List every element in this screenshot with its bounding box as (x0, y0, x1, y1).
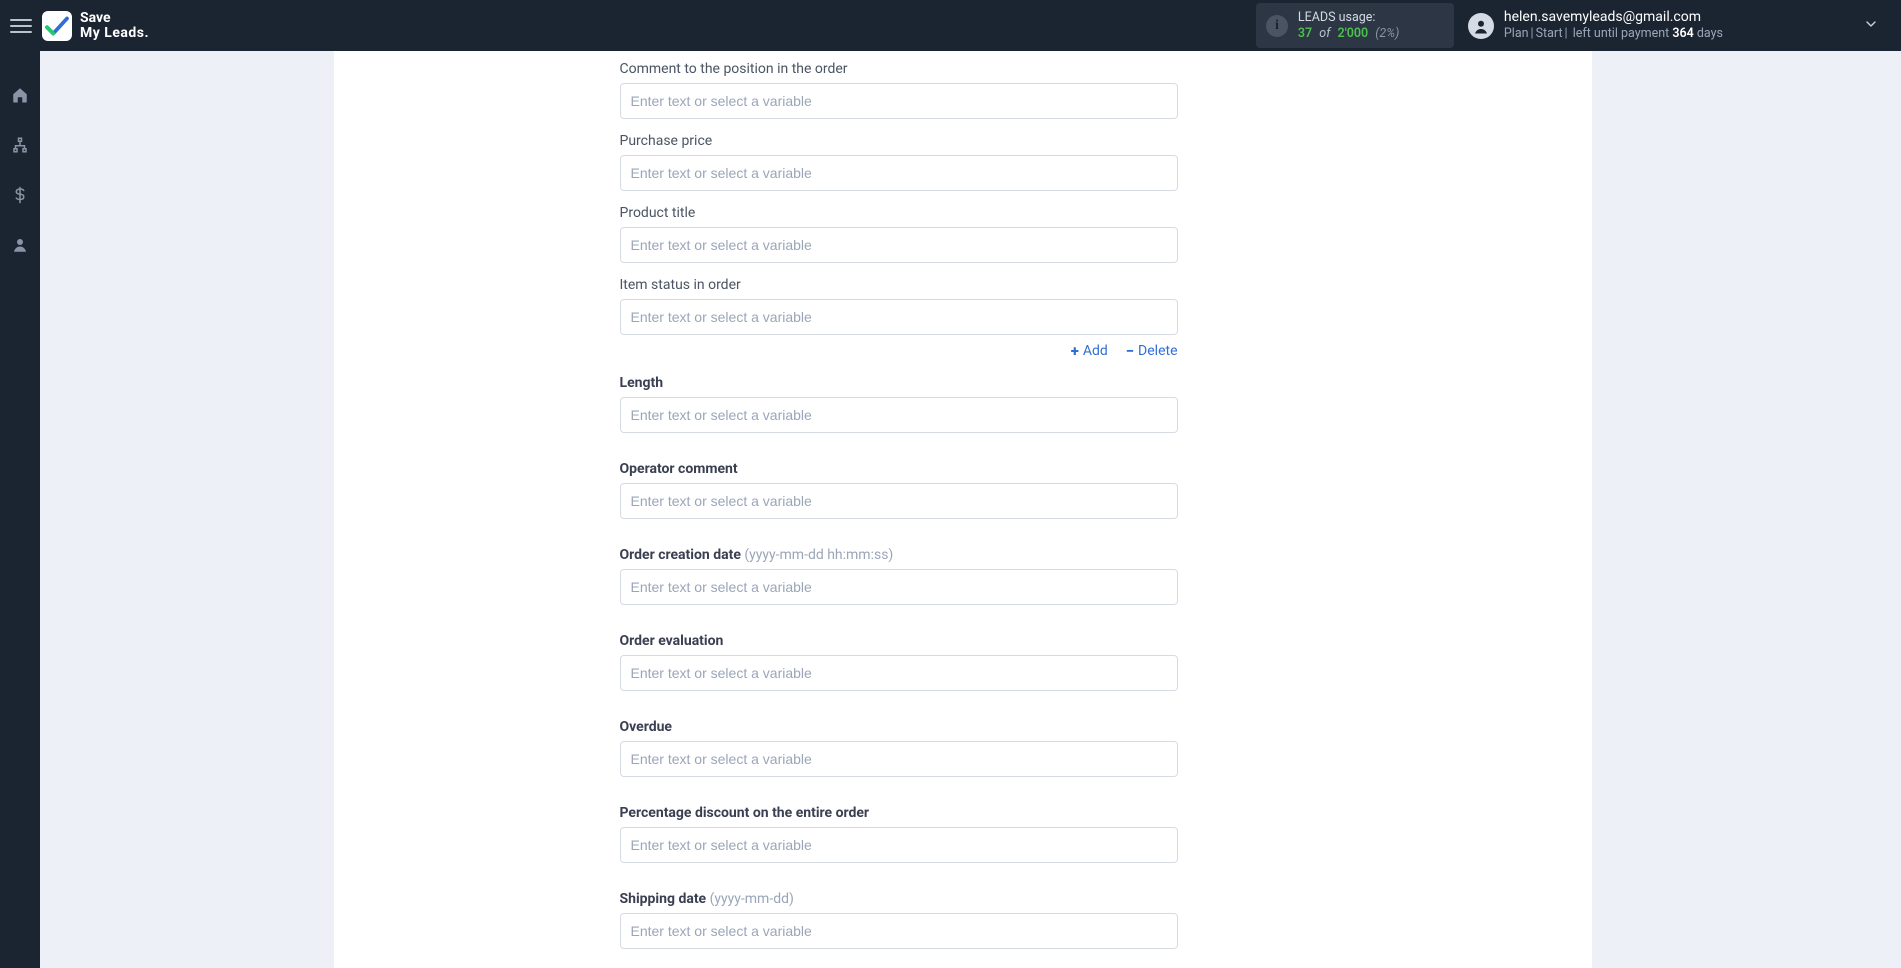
field-comment-position: Comment to the position in the order (620, 61, 1178, 119)
brand-line2: My Leads. (80, 26, 149, 41)
leads-pct: (2%) (1375, 26, 1399, 41)
input-length[interactable] (620, 397, 1178, 433)
leads-usage-title: LEADS usage: (1298, 10, 1399, 26)
sitemap-icon (11, 136, 29, 154)
label-order-creation-date: Order creation date (yyyy-mm-dd hh:mm:ss… (620, 547, 1178, 563)
info-icon: i (1266, 15, 1288, 37)
delete-item-button[interactable]: −Delete (1126, 343, 1178, 359)
field-overdue: Overdue (620, 719, 1178, 777)
field-pct-discount: Percentage discount on the entire order (620, 805, 1178, 863)
plan-word: Plan (1504, 26, 1529, 41)
dollar-icon (11, 186, 29, 204)
field-item-status: Item status in order (620, 277, 1178, 335)
menu-toggle-button[interactable] (10, 15, 32, 37)
add-item-button[interactable]: + Add (1071, 343, 1108, 359)
label-item-status: Item status in order (620, 277, 1178, 293)
minus-icon: − (1126, 344, 1134, 359)
field-product-title: Product title (620, 205, 1178, 263)
input-order-evaluation[interactable] (620, 655, 1178, 691)
plan-name: Start (1536, 26, 1563, 41)
chevron-down-icon (1863, 16, 1879, 32)
field-order-evaluation: Order evaluation (620, 633, 1178, 691)
label-comment-position: Comment to the position in the order (620, 61, 1178, 77)
scrollbar-gutter (1592, 51, 1608, 968)
label-product-title: Product title (620, 205, 1178, 221)
days-number: 364 (1672, 26, 1693, 41)
leads-usage-box[interactable]: i LEADS usage: 37 of 2'000 (2%) (1256, 3, 1454, 48)
delete-label: Delete (1138, 343, 1177, 359)
field-operator-comment: Operator comment (620, 461, 1178, 519)
nav-billing[interactable] (0, 179, 40, 211)
field-purchase-price: Purchase price (620, 133, 1178, 191)
content-stage[interactable]: Comment to the position in the order Pur… (40, 51, 1901, 968)
check-icon (42, 11, 72, 41)
add-label: Add (1083, 343, 1108, 359)
user-icon (11, 236, 29, 254)
sidebar (0, 51, 40, 968)
label-overdue: Overdue (620, 719, 1178, 735)
leads-of-word: of (1319, 26, 1330, 41)
leads-total: 2'000 (1338, 26, 1369, 41)
label-length: Length (620, 375, 1178, 391)
brand-logo[interactable]: Save My Leads. (42, 11, 149, 41)
nav-home[interactable] (0, 79, 40, 111)
input-pct-discount[interactable] (620, 827, 1178, 863)
label-shipping-date: Shipping date (yyyy-mm-dd) (620, 891, 1178, 907)
input-product-title[interactable] (620, 227, 1178, 263)
input-comment-position[interactable] (620, 83, 1178, 119)
input-operator-comment[interactable] (620, 483, 1178, 519)
input-purchase-price[interactable] (620, 155, 1178, 191)
leads-used: 37 (1298, 26, 1312, 41)
label-pct-discount: Percentage discount on the entire order (620, 805, 1178, 821)
field-order-creation-date: Order creation date (yyyy-mm-dd hh:mm:ss… (620, 547, 1178, 605)
user-menu[interactable]: helen.savemyleads@gmail.com Plan|Start| … (1468, 9, 1723, 42)
hint-shipping-date: (yyyy-mm-dd) (710, 891, 794, 907)
hint-order-creation-date: (yyyy-mm-dd hh:mm:ss) (744, 547, 893, 563)
label-order-creation-date-text: Order creation date (620, 547, 741, 563)
plus-icon: + (1071, 344, 1079, 359)
label-order-evaluation: Order evaluation (620, 633, 1178, 649)
input-shipping-date[interactable] (620, 913, 1178, 949)
user-plan-line: Plan|Start| left until payment 364 days (1504, 26, 1723, 42)
item-row-actions: + Add −Delete (620, 343, 1178, 359)
home-icon (11, 86, 29, 104)
field-shipping-date: Shipping date (yyyy-mm-dd) (620, 891, 1178, 949)
input-overdue[interactable] (620, 741, 1178, 777)
left-label: left until payment (1573, 26, 1670, 41)
form-card: Comment to the position in the order Pur… (334, 51, 1592, 968)
input-item-status[interactable] (620, 299, 1178, 335)
header-expand-button[interactable] (1723, 16, 1889, 36)
field-length: Length (620, 375, 1178, 433)
brand-text: Save My Leads. (80, 11, 149, 40)
label-operator-comment: Operator comment (620, 461, 1178, 477)
label-shipping-date-text: Shipping date (620, 891, 707, 907)
leads-usage-text: LEADS usage: 37 of 2'000 (2%) (1298, 10, 1399, 41)
app-header: Save My Leads. i LEADS usage: 37 of 2'00… (0, 0, 1901, 51)
brand-line1: Save (80, 11, 149, 26)
avatar-icon (1468, 13, 1494, 39)
nav-connections[interactable] (0, 129, 40, 161)
days-word: days (1697, 26, 1723, 41)
nav-account[interactable] (0, 229, 40, 261)
user-email: helen.savemyleads@gmail.com (1504, 9, 1723, 27)
label-purchase-price: Purchase price (620, 133, 1178, 149)
input-order-creation-date[interactable] (620, 569, 1178, 605)
